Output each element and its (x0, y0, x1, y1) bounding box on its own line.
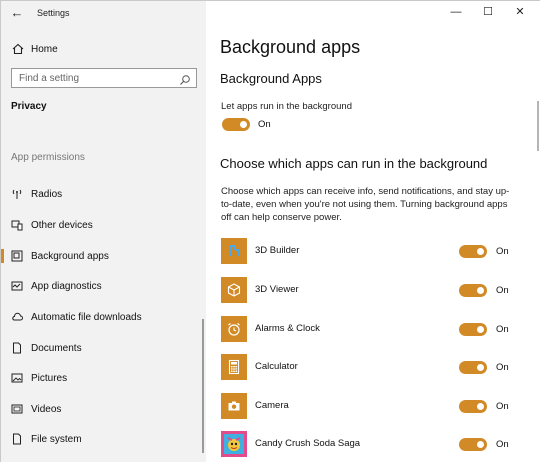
app-state: On (496, 362, 509, 373)
sidebar-item-other-devices[interactable]: Other devices (1, 213, 201, 237)
app-name: Alarms & Clock (255, 323, 320, 334)
section-app-permissions: App permissions (11, 152, 85, 163)
app-toggle[interactable] (459, 284, 487, 297)
app-name: 3D Builder (255, 245, 300, 256)
sidebar-item-label: App diagnostics (31, 280, 102, 292)
toggle-knob (477, 287, 484, 294)
toggle-knob (477, 364, 484, 371)
cloud-icon (11, 311, 23, 323)
sidebar-item-label: Radios (31, 188, 63, 200)
app-row-camera: Camera On (221, 393, 521, 423)
app-row-calculator: Calculator On (221, 354, 521, 384)
3d-viewer-icon (221, 277, 247, 303)
toggle-knob (477, 403, 484, 410)
section-privacy: Privacy (11, 101, 47, 112)
app-state: On (496, 324, 509, 335)
let-apps-state: On (258, 119, 271, 130)
app-name: Candy Crush Soda Saga (255, 438, 361, 449)
picture-icon (11, 372, 23, 384)
sidebar-item-app-diagnostics[interactable]: App diagnostics (1, 274, 201, 298)
3d-builder-icon (221, 238, 247, 264)
sidebar-item-label: Documents (31, 342, 82, 354)
sidebar-item-label: Other devices (31, 219, 93, 231)
sidebar-item-radios[interactable]: Radios (1, 182, 201, 206)
app-state: On (496, 439, 509, 450)
choose-heading: Choose which apps can run in the backgro… (220, 156, 488, 171)
home-link[interactable]: Home (11, 40, 196, 58)
toggle-knob (240, 121, 247, 128)
sidebar-item-automatic-file-downloads[interactable]: Automatic file downloads (1, 305, 201, 329)
calculator-icon (221, 354, 247, 380)
titlebar: ← Settings (1, 1, 206, 25)
app-row-3d-viewer: 3D Viewer On (221, 277, 521, 307)
app-toggle[interactable] (459, 361, 487, 374)
maximize-button[interactable]: ☐ (479, 4, 497, 20)
app-name: Camera (255, 400, 289, 411)
app-row-3d-builder: 3D Builder On (221, 238, 521, 268)
document-icon (11, 342, 23, 354)
camera-icon (221, 393, 247, 419)
sidebar-item-file-system[interactable]: File system (1, 427, 201, 451)
app-toggle[interactable] (459, 400, 487, 413)
sidebar-item-background-apps[interactable]: Background apps (1, 244, 201, 268)
alarm-clock-icon (221, 316, 247, 342)
sidebar-item-label: Pictures (31, 372, 68, 384)
diagnostics-icon (11, 280, 23, 292)
candy-crush-icon (221, 431, 247, 457)
settings-window: ← Settings Home Find a setting Privacy A… (0, 0, 540, 462)
sidebar-item-pictures[interactable]: Pictures (1, 366, 201, 390)
app-state: On (496, 401, 509, 412)
sidebar-item-label: File system (31, 433, 82, 445)
app-state: On (496, 285, 509, 296)
app-title: Settings (37, 8, 70, 18)
toggle-knob (477, 441, 484, 448)
devices-icon (11, 219, 23, 231)
minimize-button[interactable]: — (447, 4, 465, 20)
sidebar-item-videos[interactable]: Videos (1, 397, 201, 421)
app-name: 3D Viewer (255, 284, 299, 295)
window-controls: — ☐ ✕ (441, 1, 540, 23)
app-toggle[interactable] (459, 323, 487, 336)
file-icon (11, 433, 23, 445)
section-heading: Background Apps (220, 71, 322, 86)
main-scrollbar[interactable] (537, 101, 539, 151)
page-title: Background apps (220, 37, 361, 57)
app-state: On (496, 246, 509, 257)
app-row-alarms-clock: Alarms & Clock On (221, 316, 521, 346)
radio-icon (11, 188, 23, 200)
sidebar: ← Settings Home Find a setting Privacy A… (1, 1, 206, 462)
search-input[interactable]: Find a setting (11, 68, 197, 88)
sidebar-item-label: Background apps (31, 250, 109, 262)
toggle-knob (477, 248, 484, 255)
app-name: Calculator (255, 361, 298, 372)
sidebar-scrollbar[interactable] (202, 319, 204, 453)
search-placeholder: Find a setting (19, 73, 80, 84)
let-apps-toggle[interactable] (222, 118, 250, 131)
app-toggle[interactable] (459, 245, 487, 258)
sidebar-item-label: Videos (31, 403, 62, 415)
search-icon[interactable] (179, 73, 191, 85)
sidebar-item-label: Automatic file downloads (31, 311, 142, 323)
app-toggle[interactable] (459, 438, 487, 451)
video-icon (11, 403, 23, 415)
app-row-candy-crush: Candy Crush Soda Saga On (221, 431, 521, 461)
close-button[interactable]: ✕ (511, 4, 529, 20)
description: Choose which apps can receive info, send… (221, 186, 510, 223)
let-apps-label: Let apps run in the background (221, 101, 352, 112)
background-apps-icon (11, 250, 23, 262)
sidebar-item-documents[interactable]: Documents (1, 336, 201, 360)
home-label: Home (31, 43, 58, 55)
main-panel: — ☐ ✕ Background apps Background Apps Le… (206, 1, 540, 462)
home-icon (11, 42, 25, 56)
toggle-knob (477, 326, 484, 333)
back-button[interactable]: ← (9, 5, 25, 21)
